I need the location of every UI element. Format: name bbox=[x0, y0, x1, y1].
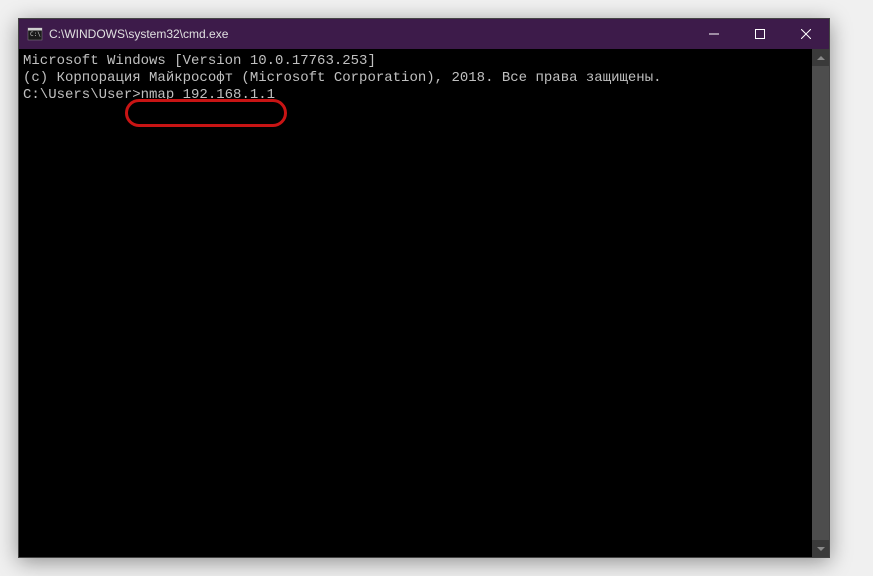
svg-text:C:\: C:\ bbox=[30, 31, 41, 38]
titlebar[interactable]: C:\ C:\WINDOWS\system32\cmd.exe bbox=[19, 19, 829, 49]
prompt-line: C:\Users\User>nmap 192.168.1.1 bbox=[23, 87, 275, 104]
cmd-window: C:\ C:\WINDOWS\system32\cmd.exe Microsof… bbox=[18, 18, 830, 558]
scroll-up-button[interactable] bbox=[812, 49, 829, 66]
terminal-content[interactable]: Microsoft Windows [Version 10.0.17763.25… bbox=[19, 49, 812, 557]
vertical-scrollbar[interactable] bbox=[812, 49, 829, 557]
terminal-line: Microsoft Windows [Version 10.0.17763.25… bbox=[23, 53, 808, 70]
terminal-body: Microsoft Windows [Version 10.0.17763.25… bbox=[19, 49, 829, 557]
window-title: C:\WINDOWS\system32\cmd.exe bbox=[49, 27, 228, 41]
scroll-thumb[interactable] bbox=[812, 66, 829, 540]
close-button[interactable] bbox=[783, 19, 829, 49]
minimize-button[interactable] bbox=[691, 19, 737, 49]
maximize-button[interactable] bbox=[737, 19, 783, 49]
scroll-down-button[interactable] bbox=[812, 540, 829, 557]
window-controls bbox=[691, 19, 829, 49]
cmd-icon: C:\ bbox=[27, 26, 43, 42]
command-text: nmap 192.168.1.1 bbox=[141, 87, 275, 103]
titlebar-left: C:\ C:\WINDOWS\system32\cmd.exe bbox=[19, 26, 228, 42]
terminal-line: (c) Корпорация Майкрософт (Microsoft Cor… bbox=[23, 70, 808, 87]
prompt-path: C:\Users\User> bbox=[23, 87, 141, 103]
